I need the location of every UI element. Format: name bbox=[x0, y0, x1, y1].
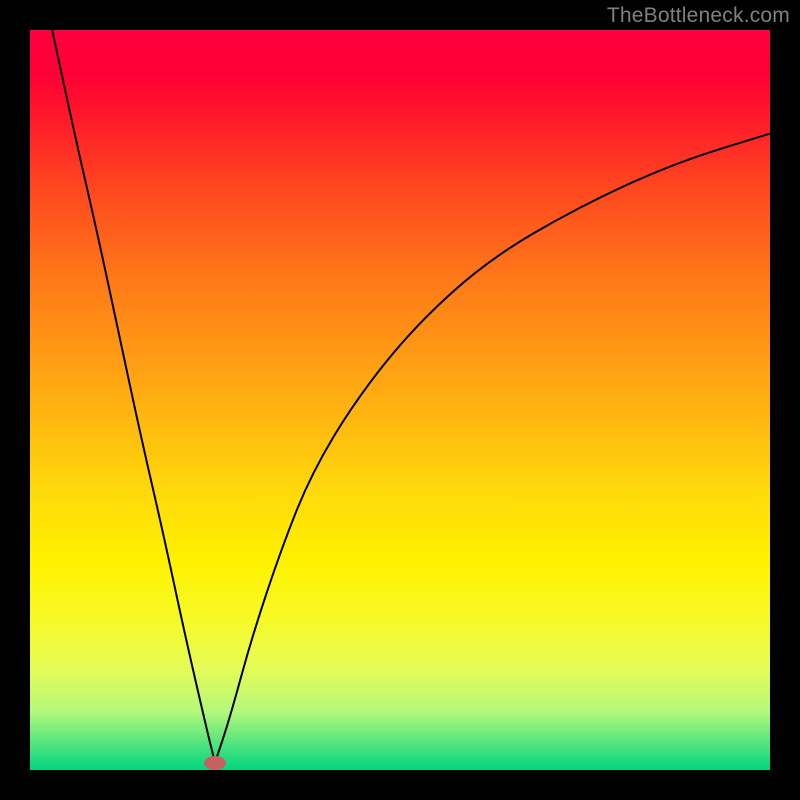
watermark-text: TheBottleneck.com bbox=[607, 4, 790, 28]
chart-frame: TheBottleneck.com bbox=[0, 0, 800, 800]
curve-path bbox=[52, 30, 770, 763]
minimum-marker bbox=[204, 756, 226, 770]
bottleneck-curve bbox=[30, 30, 770, 770]
plot-area bbox=[30, 30, 770, 770]
